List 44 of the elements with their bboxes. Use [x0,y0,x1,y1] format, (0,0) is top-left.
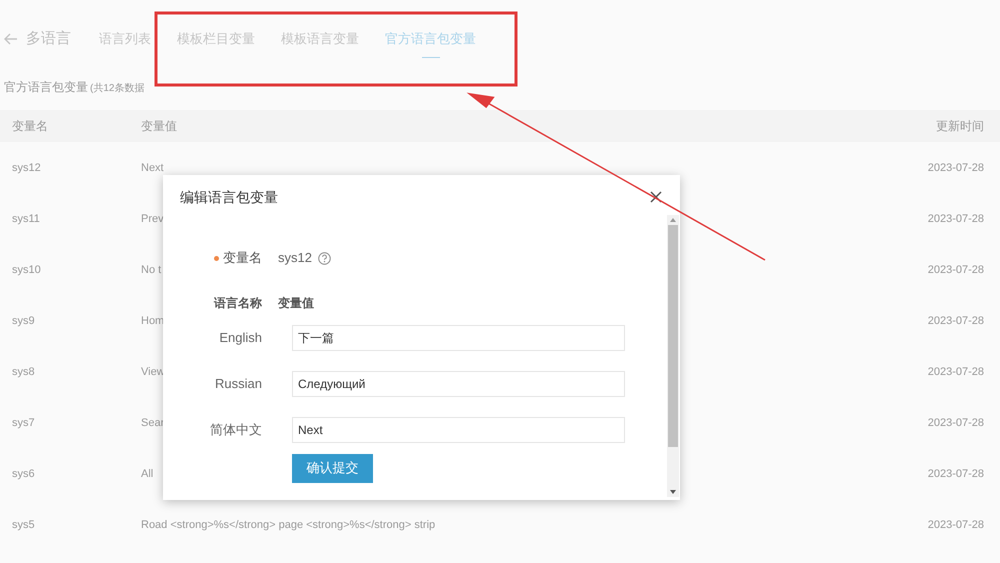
table-cell: 2023-07-28 [928,162,984,174]
column-header: 变量值 [278,296,314,310]
table-cell: 2023-07-28 [928,468,984,480]
table-cell: Road <strong>%s</strong> page <strong>%s</strong> strip [141,519,436,532]
table-cell: sys5 [12,519,35,532]
table-cell: sys11 [12,213,40,226]
column-header: 变量名 [11,118,49,135]
table-cell: Sear [141,417,164,430]
table-cell: 2023-07-28 [928,366,984,378]
table-cell: Hom [141,315,164,328]
table-cell: 2023-07-28 [928,315,984,328]
column-header: 语言名称 [214,295,262,312]
input-field[interactable]: 下一篇 [292,325,625,351]
table-cell: 2023-07-28 [928,213,984,226]
table-cell: sys12 [12,162,41,174]
input-field[interactable]: Следующий [292,371,625,397]
close-icon[interactable] [650,191,662,203]
table-cell: All [141,468,154,480]
help-icon[interactable] [318,252,331,264]
table-cell: 2023-07-28 [928,519,984,532]
page-title: 多语言 [26,28,71,49]
table-cell: 2023-07-28 [928,417,984,430]
section-title: 官方语言包变量 [4,79,88,96]
language-label: 简体中文 [210,421,262,439]
table-cell: sys6 [12,468,35,480]
table-cell: 2023-07-28 [928,264,984,276]
dialog-title: 编辑语言包变量 [180,188,278,206]
table-cell: sys8 [12,366,35,378]
variable-name: sys12 [278,249,312,268]
language-label: English [219,329,262,347]
table-cell: Prev [141,213,164,226]
table-cell: No t [141,264,162,276]
table-cell: Next [141,162,164,174]
table-cell: sys7 [12,417,35,430]
submit-button[interactable]: 确认提交 [292,454,373,482]
record-count: (共12条数据 [90,82,144,96]
language-label: Russian [215,375,262,393]
field-label: 变量名 [223,249,262,268]
table-cell: sys10 [12,264,41,276]
input-field[interactable]: Next [292,417,625,443]
scrollbar[interactable] [667,215,679,497]
table-cell: sys9 [12,315,35,328]
column-header: 更新时间 [935,118,985,135]
column-header: 变量值 [141,118,178,135]
